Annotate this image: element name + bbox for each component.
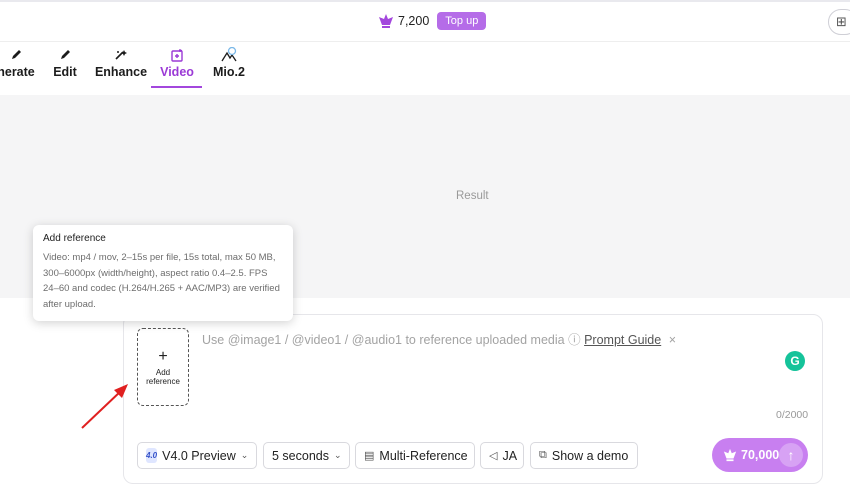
- duration-select[interactable]: 5 seconds ⌄: [263, 442, 350, 469]
- multi-reference-button[interactable]: ▤ Multi-Reference: [355, 442, 475, 469]
- generate-cost: 70,000: [741, 448, 780, 462]
- audio-language-button[interactable]: ◁ JA: [480, 442, 524, 469]
- chevron-down-icon: ⌄: [240, 450, 249, 460]
- pencil-icon: [10, 46, 22, 64]
- tab-enhance[interactable]: Enhance: [94, 46, 148, 88]
- tab-label: Edit: [53, 65, 77, 79]
- external-link-icon: ⧉: [539, 449, 547, 461]
- add-reference-label: Add reference: [146, 367, 180, 386]
- model-select[interactable]: 4.0 V4.0 Preview ⌄: [137, 442, 257, 469]
- tab-edit[interactable]: Edit: [52, 46, 78, 88]
- result-label: Result: [456, 190, 489, 202]
- multi-reference-icon: ▤: [364, 450, 375, 462]
- add-reference-button[interactable]: + Add reference: [137, 328, 189, 406]
- top-up-button[interactable]: Top up: [437, 12, 487, 30]
- tab-generate[interactable]: nerate: [0, 46, 40, 88]
- tab-label: Video: [160, 65, 194, 79]
- gift-icon: ⊞: [836, 14, 847, 29]
- character-counter: 0/2000: [776, 409, 809, 421]
- prompt-placeholder: Use @image1 / @video1 / @audio1 to refer…: [202, 333, 565, 347]
- credits-amount: 7,200: [398, 14, 430, 28]
- model-badge-icon: 4.0: [146, 448, 158, 463]
- top-divider: [0, 0, 850, 2]
- tooltip-title: Add reference: [43, 233, 106, 244]
- model-label: V4.0 Preview: [162, 448, 236, 463]
- help-icon: ⓘ: [568, 333, 581, 347]
- tab-video[interactable]: Video: [158, 46, 196, 88]
- grammarly-icon[interactable]: G: [785, 351, 805, 371]
- crown-coin-icon: [723, 448, 737, 462]
- prompt-guide-link[interactable]: Prompt Guide: [584, 333, 661, 347]
- generate-button[interactable]: 70,000 ↑: [712, 438, 808, 472]
- arrow-up-icon: ↑: [779, 443, 803, 467]
- show-demo-button[interactable]: ⧉ Show a demo: [530, 442, 638, 469]
- tab-mio[interactable]: Mio.2: [211, 46, 247, 88]
- prompt-input[interactable]: Use @image1 / @video1 / @audio1 to refer…: [202, 329, 676, 348]
- gift-button[interactable]: ⊞: [828, 9, 850, 35]
- duration-label: 5 seconds: [272, 448, 329, 463]
- page: 7,200 Top up ⊞ nerate Edit Enhance Video…: [0, 0, 850, 491]
- close-icon[interactable]: ×: [669, 333, 676, 347]
- pencil-icon: [59, 46, 71, 64]
- active-tab-indicator: [151, 86, 202, 88]
- sparkle-wand-icon: [114, 46, 128, 64]
- tab-label: nerate: [0, 65, 35, 79]
- chevron-down-icon: ⌄: [333, 450, 342, 460]
- tooltip-body: Video: mp4 / mov, 2–15s per file, 15s to…: [43, 252, 280, 310]
- audio-language-label: JA: [502, 448, 518, 463]
- credits-display: 7,200 Top up: [378, 12, 487, 30]
- multi-reference-label: Multi-Reference: [379, 448, 468, 463]
- mio-icon: [220, 46, 238, 64]
- video-add-icon: [170, 46, 184, 64]
- tab-label: Mio.2: [213, 65, 245, 79]
- tab-label: Enhance: [94, 65, 148, 79]
- show-demo-label: Show a demo: [551, 448, 629, 463]
- add-reference-tooltip: Add reference Video: mp4 / mov, 2–15s pe…: [33, 225, 293, 321]
- plus-icon: +: [158, 347, 168, 365]
- crown-coin-icon: [379, 14, 393, 28]
- speaker-icon: ◁: [489, 450, 498, 462]
- top-bar: 7,200 Top up ⊞: [0, 0, 850, 42]
